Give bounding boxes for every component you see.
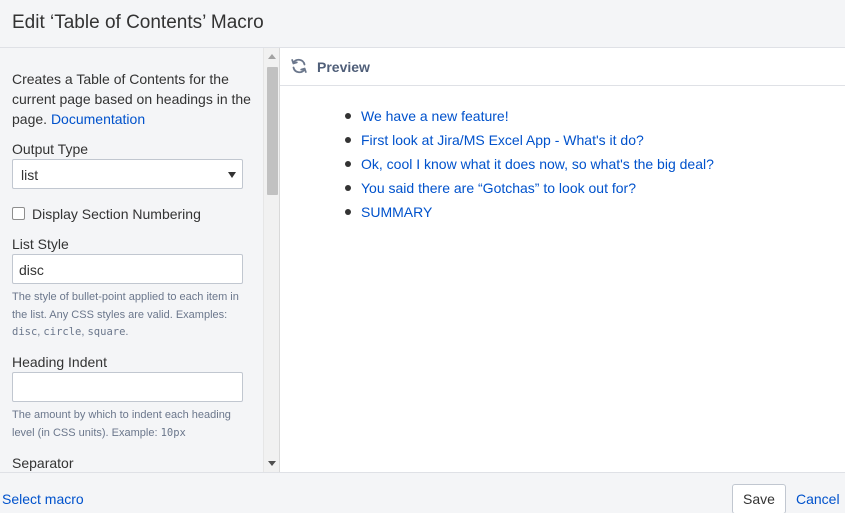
toc-link[interactable]: SUMMARY [361,204,432,220]
heading-indent-input[interactable] [12,372,243,402]
save-button[interactable]: Save [732,484,786,513]
scroll-up-arrow-icon[interactable] [268,54,276,59]
toc-link[interactable]: Ok, cool I know what it does now, so wha… [361,156,714,172]
bullet-icon [345,137,351,143]
help-code-circle: circle [43,326,82,338]
toc-link[interactable]: You said there are “Gotchas” to look out… [361,180,636,196]
documentation-link[interactable]: Documentation [51,111,145,127]
output-type-value: list [21,167,39,183]
section-numbering-checkbox[interactable] [12,207,25,220]
heading-indent-help: The amount by which to indent each headi… [12,407,244,442]
help-code-square: square [87,326,126,338]
heading-indent-label: Heading Indent [12,354,107,370]
toc-link[interactable]: First look at Jira/MS Excel App - What's… [361,132,644,148]
list-style-input[interactable]: disc [12,254,243,284]
bullet-icon [345,209,351,215]
dialog-title: Edit ‘Table of Contents’ Macro [12,12,264,33]
list-item: You said there are “Gotchas” to look out… [345,178,714,202]
section-numbering-label: Display Section Numbering [32,206,201,222]
select-macro-link[interactable]: Select macro [2,491,84,507]
refresh-icon[interactable] [290,57,308,75]
chevron-down-icon [228,172,236,178]
output-type-label: Output Type [12,141,89,157]
dialog-footer: Select macro Save Cancel [0,472,845,513]
list-style-label: List Style [12,236,69,252]
toc-preview-list: We have a new feature! First look at Jir… [345,106,714,226]
output-type-select[interactable]: list [12,159,243,189]
toc-link[interactable]: We have a new feature! [361,108,509,124]
list-item: SUMMARY [345,202,714,226]
list-item: First look at Jira/MS Excel App - What's… [345,130,714,154]
list-style-value: disc [19,262,44,278]
macro-description: Creates a Table of Contents for the curr… [12,69,252,129]
scroll-down-arrow-icon[interactable] [268,461,276,466]
help-code-10px: 10px [160,426,186,439]
heading-indent-help-text: The amount by which to indent each headi… [12,409,231,439]
cancel-link[interactable]: Cancel [796,491,840,507]
preview-label: Preview [317,59,370,75]
dialog-header: Edit ‘Table of Contents’ Macro [0,0,845,48]
list-style-help: The style of bullet-point applied to eac… [12,289,244,342]
list-item: Ok, cool I know what it does now, so wha… [345,154,714,178]
scrollbar-thumb[interactable] [267,67,278,195]
list-style-help-text: The style of bullet-point applied to eac… [12,291,239,321]
separator-label: Separator [12,455,74,471]
bullet-icon [345,161,351,167]
preview-panel: Preview We have a new feature! First loo… [280,48,845,472]
help-period: . [125,326,129,338]
parameters-scrollbar[interactable] [263,48,280,472]
bullet-icon [345,185,351,191]
help-code-disc: disc [12,326,38,338]
preview-header: Preview [280,48,845,86]
macro-parameters-panel: Creates a Table of Contents for the curr… [0,48,263,472]
bullet-icon [345,113,351,119]
list-item: We have a new feature! [345,106,714,130]
